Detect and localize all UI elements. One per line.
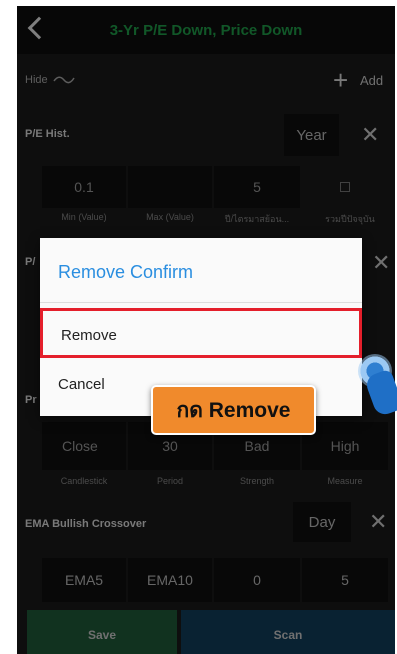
divider xyxy=(40,302,362,303)
dialog-title: Remove Confirm xyxy=(58,262,194,282)
instruction-callout: กด Remove xyxy=(151,385,316,435)
remove-button[interactable]: Remove xyxy=(40,308,362,358)
